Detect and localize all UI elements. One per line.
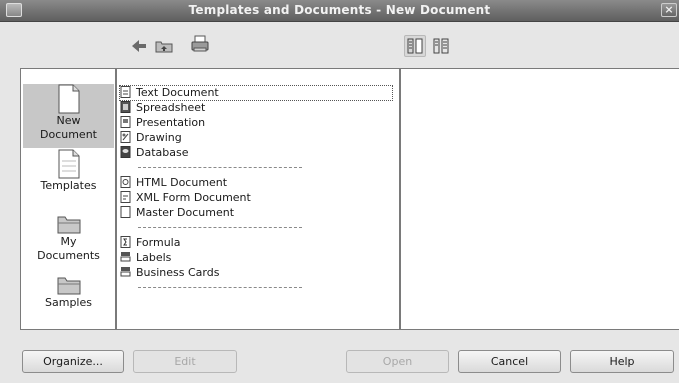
back-arrow-icon[interactable] (129, 36, 149, 56)
separator (138, 227, 302, 228)
title-bar: Templates and Documents - New Document × (0, 0, 679, 22)
list-item-label: XML Form Document (136, 191, 251, 204)
nav-new-document[interactable]: New Document (23, 84, 114, 148)
list-item-html-document[interactable]: HTML Document (120, 176, 227, 190)
list-item-formula[interactable]: Formula (120, 236, 180, 250)
nav-label: My Documents (37, 235, 100, 262)
nav-samples[interactable]: Samples (23, 274, 114, 318)
help-button[interactable]: Help (570, 350, 674, 373)
window-title: Templates and Documents - New Document (188, 3, 491, 17)
master-doc-icon (120, 206, 131, 218)
separator (138, 287, 302, 288)
formula-icon (120, 236, 131, 248)
list-item-master-document[interactable]: Master Document (120, 206, 234, 220)
preview-panel (400, 68, 679, 330)
list-item-label: Formula (136, 236, 181, 249)
close-button[interactable]: × (661, 3, 677, 17)
document-properties-toggle-icon[interactable] (431, 36, 451, 56)
organize-button[interactable]: Organize... (22, 350, 124, 373)
xml-form-icon (120, 191, 131, 203)
nav-label: New Document (40, 114, 97, 141)
nav-label: Templates (40, 179, 97, 192)
list-item-label: Drawing (136, 131, 182, 144)
list-item-label: Labels (136, 251, 172, 264)
list-item-label: Database (136, 146, 189, 159)
nav-label: Samples (45, 296, 92, 309)
templates-icon (58, 149, 79, 179)
edit-button[interactable]: Edit (133, 350, 237, 373)
list-item-label: HTML Document (136, 176, 228, 189)
database-icon (120, 146, 131, 158)
folder-up-icon[interactable] (154, 36, 174, 56)
list-item-text-document[interactable]: Text Document (119, 85, 393, 101)
toolbar (0, 22, 679, 64)
nav-my-documents[interactable]: My Documents (23, 213, 114, 262)
list-item-business-cards[interactable]: Business Cards (120, 266, 219, 280)
business-cards-icon (120, 266, 131, 278)
list-item-label: Spreadsheet (136, 101, 206, 114)
spreadsheet-icon (120, 101, 131, 113)
html-doc-icon (120, 176, 131, 188)
open-button[interactable]: Open (346, 350, 449, 373)
list-item-labels[interactable]: Labels (120, 251, 171, 265)
list-item-spreadsheet[interactable]: Spreadsheet (120, 101, 205, 115)
drawing-icon (120, 131, 131, 143)
separator (138, 167, 302, 168)
list-item-xml-form-document[interactable]: XML Form Document (120, 191, 251, 205)
document-preview-toggle-icon[interactable] (404, 35, 426, 57)
category-panel: New Document Templates My Documents Samp… (20, 68, 116, 330)
list-item-label: Text Document (136, 86, 219, 99)
printer-icon[interactable] (190, 34, 210, 54)
cancel-button[interactable]: Cancel (458, 350, 561, 373)
labels-icon (120, 251, 131, 263)
presentation-icon (120, 116, 131, 128)
list-item-database[interactable]: Database (120, 146, 189, 160)
list-item-presentation[interactable]: Presentation (120, 116, 205, 130)
list-item-label: Presentation (136, 116, 206, 129)
list-item-drawing[interactable]: Drawing (120, 131, 182, 145)
document-type-list[interactable]: Text Document Spreadsheet Presentation D… (116, 68, 400, 330)
new-document-icon (58, 84, 79, 114)
folder-icon (57, 277, 80, 295)
nav-templates[interactable]: Templates (23, 149, 114, 195)
list-item-label: Business Cards (136, 266, 220, 279)
folder-icon (57, 216, 80, 234)
list-item-label: Master Document (136, 206, 235, 219)
writer-doc-icon (120, 86, 131, 98)
